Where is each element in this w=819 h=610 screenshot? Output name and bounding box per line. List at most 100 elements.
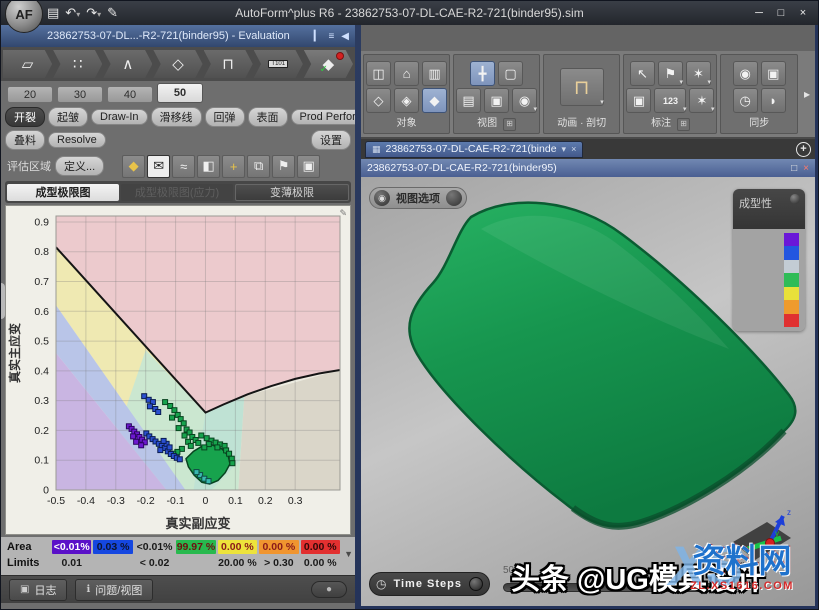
result-button-起皱[interactable]: 起皱 bbox=[48, 107, 88, 127]
solid-view-icon[interactable]: ◆ bbox=[122, 155, 145, 178]
tab-close-icon[interactable]: × bbox=[571, 144, 576, 154]
tab-成型极限图(应力)[interactable]: 成型极限图(应力) bbox=[121, 184, 233, 201]
svg-text:-0.1: -0.1 bbox=[167, 495, 185, 507]
display-object-icon[interactable]: ◫ bbox=[366, 61, 391, 86]
wand-annotate-icon-dropdown[interactable]: ▾ bbox=[711, 105, 715, 113]
surface-result-icon[interactable]: ≈ bbox=[172, 155, 195, 178]
viewport-close-icon[interactable]: × bbox=[803, 163, 809, 174]
maximize-button[interactable]: □ bbox=[774, 7, 788, 19]
fld-view-icon[interactable]: ✉ bbox=[147, 155, 170, 178]
time-steps-toggle[interactable] bbox=[469, 577, 483, 591]
wand-annotate-icon[interactable]: ✶▾ bbox=[689, 88, 714, 113]
stage-tab-20[interactable]: 20 bbox=[7, 86, 53, 103]
group-expand-标注[interactable]: ⊞ bbox=[677, 118, 690, 131]
zoom-box-icon[interactable]: ▣ bbox=[484, 88, 509, 113]
blank-step-icon-glyph: ▱ bbox=[22, 55, 34, 73]
edit-chart-icon[interactable]: ✎ bbox=[339, 208, 347, 219]
snapshot-icon[interactable]: ✎ bbox=[107, 5, 118, 21]
closing-step-icon[interactable]: ∧ bbox=[103, 50, 152, 78]
binder-object-icon[interactable]: ⌂ bbox=[394, 61, 419, 86]
view-options-pill[interactable]: ◉ 视图选项 bbox=[369, 187, 467, 209]
flag-annotate-icon-dropdown[interactable]: ▾ bbox=[679, 78, 683, 86]
label-annotate-icon[interactable]: ▣ bbox=[626, 88, 651, 113]
stage-tab-50[interactable]: 50 bbox=[157, 83, 203, 103]
flat-blank-icon[interactable]: ◇ bbox=[366, 88, 391, 113]
add-view-button[interactable]: + bbox=[796, 142, 811, 157]
highlight-annotate-icon-dropdown[interactable]: ▾ bbox=[707, 78, 711, 86]
toolbar-overflow-icon[interactable]: ▸ bbox=[801, 54, 813, 134]
status-indicator[interactable]: ● bbox=[311, 581, 347, 598]
collapse-icon[interactable]: ◀ bbox=[341, 31, 349, 42]
camera-view-icon-dropdown[interactable]: ▾ bbox=[533, 105, 537, 113]
compare-view-icon[interactable]: ⧉ bbox=[247, 155, 270, 178]
pill-toggle-knob[interactable] bbox=[446, 190, 462, 206]
cursor-annotate-icon[interactable]: ↖ bbox=[630, 61, 655, 86]
number-annotate-icon[interactable]: 123▾ bbox=[654, 88, 686, 113]
camera-sync-icon[interactable]: ◉ bbox=[733, 61, 758, 86]
pin-probe-icon[interactable]: + bbox=[222, 155, 245, 178]
redo-icon-dropdown[interactable]: ▾ bbox=[97, 10, 101, 19]
blank-step-icon[interactable]: ▱ bbox=[3, 50, 52, 78]
result-button-Resolve[interactable]: Resolve bbox=[48, 132, 106, 148]
3d-viewport[interactable]: ◉ 视图选项 成型性 ◷ Time Ste bbox=[361, 177, 815, 606]
redo-icon[interactable]: ↷▾ bbox=[86, 5, 101, 21]
stage-tab-30[interactable]: 30 bbox=[57, 86, 103, 103]
tab-成型极限图[interactable]: 成型极限图 bbox=[7, 184, 119, 201]
surface-sync-icon[interactable]: ◗ bbox=[761, 88, 786, 113]
legend-toggle-knob[interactable] bbox=[790, 194, 800, 204]
pin-icon[interactable]: ▎ bbox=[314, 31, 322, 42]
group-expand-视图[interactable]: ⊞ bbox=[503, 118, 516, 131]
tool-animation-icon[interactable]: ⊓▾ bbox=[560, 68, 604, 106]
label-sync-icon[interactable]: ▣ bbox=[761, 61, 786, 86]
save-icon[interactable]: ▤ bbox=[47, 5, 59, 21]
result-button-滑移线[interactable]: 滑移线 bbox=[151, 107, 202, 127]
viewport-restore-icon[interactable]: □ bbox=[791, 163, 797, 174]
document-tab[interactable]: ▦ 23862753-07-DL-CAE-R2-721(binde ▾ × bbox=[365, 141, 583, 158]
result-button-回弹[interactable]: 回弹 bbox=[205, 107, 245, 127]
highlight-annotate-icon[interactable]: ✶▾ bbox=[686, 61, 711, 86]
flag-marker-icon[interactable]: ⚑ bbox=[272, 155, 295, 178]
flag-annotate-icon[interactable]: ⚑▾ bbox=[658, 61, 683, 86]
scroll-down-icon[interactable]: ▼ bbox=[344, 549, 353, 559]
define-button[interactable]: 定义... bbox=[55, 156, 104, 176]
stage-tab-40[interactable]: 40 bbox=[107, 86, 153, 103]
pillar-object-icon[interactable]: ▥ bbox=[422, 61, 447, 86]
log-button[interactable]: ▣日志 bbox=[9, 579, 67, 601]
close-button[interactable]: × bbox=[796, 7, 810, 19]
undo-icon-dropdown[interactable]: ▾ bbox=[76, 10, 80, 19]
fld-chart-svg[interactable]: -0.5-0.4-0.3-0.2-0.100.10.20.300.10.20.3… bbox=[6, 206, 350, 534]
result-button-表面[interactable]: 表面 bbox=[248, 107, 288, 127]
tool-step-icon[interactable]: T101 bbox=[254, 50, 303, 78]
axes-view-icon[interactable]: ╋ bbox=[470, 61, 495, 86]
cell-Area-5: 0.00 % bbox=[259, 540, 298, 554]
table-row-Area: Area<0.01%0.03 %<0.01%99.97 %0.00 %0.00 … bbox=[7, 539, 341, 555]
tab-变薄极限[interactable]: 变薄极限 bbox=[235, 184, 349, 201]
camera-view-icon[interactable]: ◉▾ bbox=[512, 88, 537, 113]
tool-animation-icon-dropdown[interactable]: ▾ bbox=[600, 98, 604, 106]
part-dome-icon[interactable]: ◆ bbox=[422, 88, 447, 113]
svg-text:0.2: 0.2 bbox=[34, 425, 49, 437]
rotate-view-icon[interactable]: ◉ bbox=[374, 190, 390, 206]
list-icon[interactable]: ≡ bbox=[328, 31, 334, 42]
section-view-icon[interactable]: ◧ bbox=[197, 155, 220, 178]
toolbar-group-对象: ◫⌂▥◇◈◆对象 bbox=[363, 54, 450, 134]
number-annotate-icon-dropdown[interactable]: ▾ bbox=[683, 105, 687, 113]
result-button-Draw-In[interactable]: Draw-In bbox=[91, 109, 148, 125]
gravity-step-icon[interactable]: ∷ bbox=[53, 50, 102, 78]
issues-button[interactable]: ℹ问题/视图 bbox=[75, 579, 153, 601]
sheet-step-icon[interactable]: ◇ bbox=[153, 50, 202, 78]
sheet-axes-icon[interactable]: ▤ bbox=[456, 88, 481, 113]
undo-icon[interactable]: ↶▾ bbox=[65, 5, 80, 21]
formed-sheet-icon[interactable]: ◈ bbox=[394, 88, 419, 113]
result-button-叠料[interactable]: 叠料 bbox=[5, 130, 45, 150]
drawing-step-icon[interactable]: ⊓ bbox=[204, 50, 253, 78]
notes-icon[interactable]: ▣ bbox=[297, 155, 320, 178]
time-steps-bar[interactable]: ◷ Time Steps bbox=[369, 572, 490, 596]
tab-dropdown-icon[interactable]: ▾ bbox=[562, 144, 567, 155]
settings-button[interactable]: 设置 bbox=[311, 130, 351, 150]
result-step-icon[interactable]: ◆✓ bbox=[304, 50, 353, 78]
result-button-开裂[interactable]: 开裂 bbox=[5, 107, 45, 127]
minimize-button[interactable]: ─ bbox=[752, 7, 766, 19]
bounding-box-icon[interactable]: ▢ bbox=[498, 61, 523, 86]
clock-sync-icon[interactable]: ◷ bbox=[733, 88, 758, 113]
